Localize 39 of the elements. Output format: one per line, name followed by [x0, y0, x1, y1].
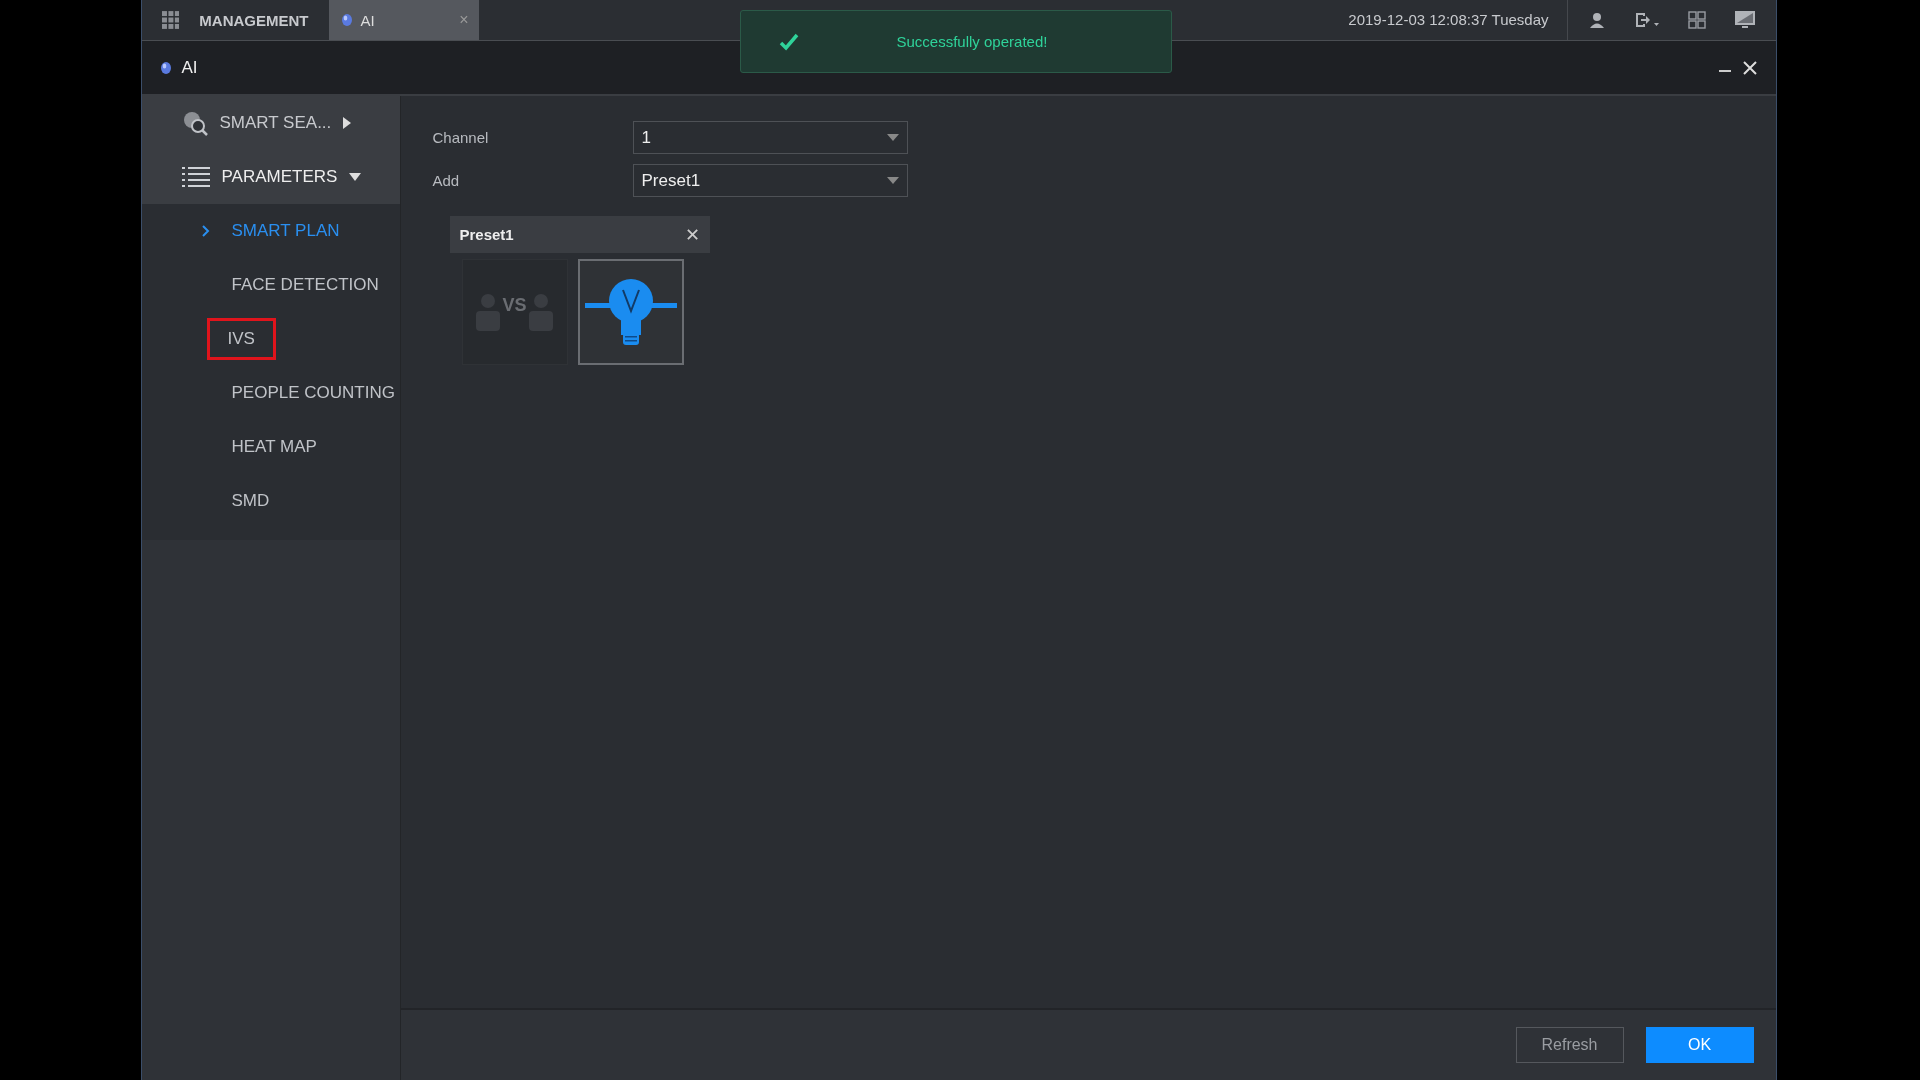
sidebar-item[interactable]: SMD	[227, 485, 274, 517]
sidebar-group[interactable]: SMART SEA...	[141, 96, 400, 150]
vs-label: VS	[502, 294, 527, 316]
list-icon	[181, 166, 210, 188]
layout-icon[interactable]	[1687, 11, 1706, 29]
logout-icon[interactable]	[1633, 11, 1660, 29]
grid-icon	[161, 10, 180, 30]
sidebar-item[interactable]: PEOPLE COUNTING	[227, 377, 399, 409]
ivs-plan-tile[interactable]	[577, 259, 684, 365]
dropdown-field[interactable]: 1	[632, 121, 908, 154]
sidebar-item[interactable]: HEAT MAP	[227, 431, 321, 463]
field-label: Add	[432, 172, 461, 189]
caret-right-icon	[343, 117, 352, 129]
sidebar-group[interactable]: PARAMETERS	[141, 150, 400, 204]
refresh-button[interactable]: Refresh	[1515, 1027, 1624, 1063]
sidebar-item[interactable]: IVS	[209, 321, 273, 357]
search-icon	[181, 110, 208, 136]
menu-label: MANAGEMENT	[199, 11, 309, 29]
date-time: 2019-12-03 12:08:37 Tuesday	[1348, 0, 1568, 40]
orb-icon	[159, 60, 172, 75]
tab-label: AI	[360, 11, 376, 29]
dropdown-field[interactable]: Preset1	[632, 164, 908, 197]
orb-icon	[340, 13, 353, 27]
close-icon[interactable]	[1741, 59, 1758, 76]
user-icon[interactable]	[1587, 11, 1606, 29]
caret-down-icon	[886, 177, 899, 184]
monitor-icon[interactable]	[1733, 10, 1756, 30]
main-menu-button[interactable]: MANAGEMENT	[141, 0, 329, 40]
check-icon	[778, 32, 799, 51]
caret-down-icon	[886, 134, 899, 141]
window-title: AI	[181, 57, 198, 78]
preset-close-button[interactable]: ✕	[684, 223, 700, 246]
caret-down-icon	[349, 173, 362, 181]
preset-title: Preset1	[459, 226, 514, 243]
sidebar-item[interactable]: SMART PLAN	[227, 215, 344, 247]
toast-message: Successfully operated!	[896, 33, 1048, 50]
ai-tab[interactable]: AI ×	[328, 0, 479, 40]
field-label: Channel	[432, 129, 490, 146]
sidebar-item[interactable]: FACE DETECTION	[227, 269, 383, 301]
